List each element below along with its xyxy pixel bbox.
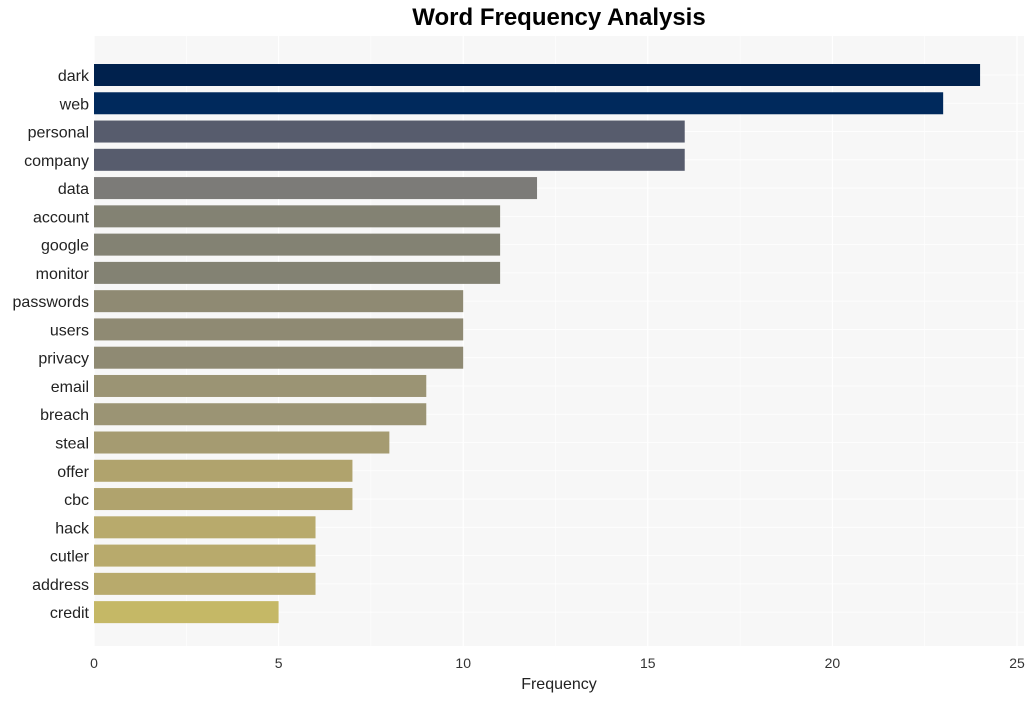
bar-privacy [94,346,464,369]
bar-google [94,233,501,256]
category-label-account: account [33,209,90,226]
category-label-personal: personal [28,125,89,142]
x-tick-label: 25 [1009,655,1025,671]
x-tick-label: 15 [640,655,656,671]
bar-cutler [94,544,316,567]
category-label-hack: hack [55,520,90,537]
category-label-monitor: monitor [36,266,90,283]
category-label-data: data [58,181,89,198]
bar-steal [94,431,390,454]
bar-credit [94,601,279,624]
x-tick-label: 20 [825,655,841,671]
bar-monitor [94,261,501,284]
bar-users [94,318,464,341]
x-tick-labels: 0 5 10 15 20 25 [90,655,1025,671]
bar-dark [94,64,981,86]
bar-hack [94,516,316,539]
category-label-web: web [59,96,89,113]
bar-breach [94,403,427,426]
category-label-credit: credit [50,605,90,622]
bar-address [94,572,316,595]
category-label-breach: breach [40,407,89,424]
bar-passwords [94,290,464,313]
category-label-email: email [51,379,89,396]
x-tick-label: 0 [90,655,98,671]
category-label-privacy: privacy [38,351,89,368]
bar-personal [94,120,685,143]
bar-cbc [94,488,353,511]
bar-account [94,205,501,228]
category-label-company: company [24,153,89,170]
bar-data [94,177,538,200]
category-label-address: address [32,577,89,594]
bar-chart: dark web personal company data account google m… [13,36,1025,693]
category-label-cbc: cbc [64,492,89,509]
category-label-users: users [50,322,89,339]
category-label-passwords: passwords [13,294,89,311]
bar-web [94,92,944,115]
bar-offer [94,459,353,482]
x-tick-label: 10 [455,655,471,671]
x-tick-label: 5 [275,655,283,671]
bar-company [94,148,685,171]
category-label-steal: steal [55,436,89,453]
category-label-dark: dark [58,68,90,85]
category-label-cutler: cutler [50,549,90,566]
category-label-google: google [41,238,89,255]
category-label-offer: offer [57,464,89,481]
bar-email [94,374,427,397]
x-axis-title: Frequency [521,676,597,693]
category-labels: dark web personal company data account google m… [13,68,90,622]
